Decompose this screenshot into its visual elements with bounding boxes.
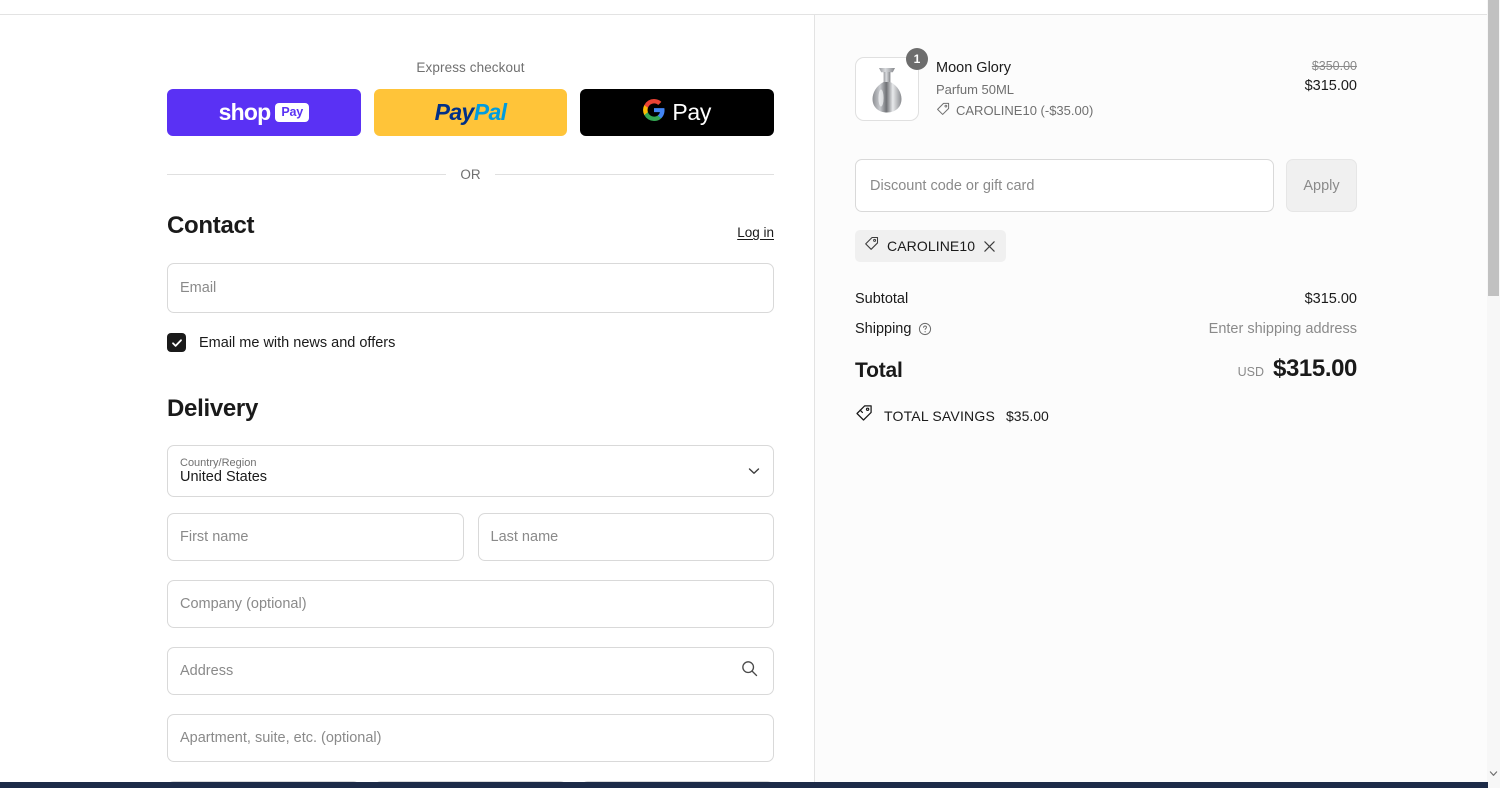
product-title: Moon Glory: [936, 60, 1011, 76]
google-g-icon: [643, 99, 665, 126]
line-item-discount-text: CAROLINE10 (-$35.00): [956, 102, 1094, 118]
total-label: Total: [855, 359, 903, 382]
original-price: $350.00: [1311, 59, 1357, 73]
contact-section-header: Contact Log in: [167, 212, 774, 240]
contact-heading: Contact: [167, 212, 255, 239]
delivery-heading: Delivery: [167, 395, 258, 422]
line-item-details: Moon Glory Parfum 50ML CAROLINE10 (-$35.…: [936, 57, 1305, 119]
paypal-word-b: Pal: [473, 99, 507, 125]
order-line-item: 1 Moon Glory Parfum 50ML CAROLINE10 (-$3…: [855, 48, 1357, 121]
checkout-page: Express checkout shop Pay PayPal Pay OR …: [0, 0, 1500, 788]
help-circle-icon[interactable]: [918, 322, 932, 336]
newsletter-checkbox[interactable]: [167, 333, 186, 352]
applied-discount-code: CAROLINE10: [887, 238, 976, 254]
order-summary-column: 1 Moon Glory Parfum 50ML CAROLINE10 (-$3…: [814, 15, 1488, 783]
product-variant: Parfum 50ML: [936, 81, 1015, 97]
subtotal-label: Subtotal: [855, 291, 909, 307]
page-scrollbar-thumb[interactable]: [1488, 0, 1499, 296]
check-icon: [171, 338, 182, 347]
shop-pay-button[interactable]: shop Pay: [167, 89, 361, 136]
checkout-form-column: Express checkout shop Pay PayPal Pay OR …: [0, 15, 814, 788]
google-pay-wordmark: Pay: [672, 99, 712, 125]
email-field[interactable]: Email: [167, 263, 774, 313]
line-item-prices: $350.00 $315.00: [1305, 57, 1357, 94]
total-amount-group: USD $315.00: [1237, 355, 1358, 383]
quantity-badge: 1: [906, 48, 928, 70]
address-placeholder: Address: [180, 663, 234, 679]
country-region-select[interactable]: Country/Region United States: [167, 445, 774, 497]
email-placeholder: Email: [180, 280, 217, 296]
total-value: $315.00: [1273, 355, 1357, 382]
log-in-link[interactable]: Log in: [737, 225, 774, 240]
shop-pay-badge: Pay: [275, 103, 310, 122]
applied-discount-chip: CAROLINE10: [855, 230, 1007, 262]
address-field[interactable]: Address: [167, 647, 774, 695]
last-name-placeholder: Last name: [490, 529, 559, 545]
shipping-value: Enter shipping address: [1208, 321, 1357, 337]
search-icon[interactable]: [740, 659, 759, 683]
or-label: OR: [460, 167, 481, 182]
page-scrollbar-track[interactable]: [1487, 0, 1500, 788]
checkout-columns: Express checkout shop Pay PayPal Pay OR …: [0, 15, 1488, 788]
perfume-bottle-icon: [872, 68, 902, 113]
apply-discount-button[interactable]: Apply: [1286, 159, 1357, 212]
order-totals: Subtotal $315.00 Shipping Enter shipping…: [855, 291, 1357, 427]
express-checkout-buttons: shop Pay PayPal Pay: [167, 89, 775, 136]
total-savings-row: TOTAL SAVINGS $35.00: [855, 404, 1357, 427]
chevron-down-icon: [739, 446, 763, 496]
paypal-button[interactable]: PayPal: [373, 89, 568, 136]
tag-icon: [864, 236, 879, 256]
newsletter-label: Email me with news and offers: [199, 334, 396, 351]
express-checkout-label: Express checkout: [416, 60, 525, 75]
tag-icon: [936, 102, 950, 119]
savings-tag-icon: [855, 404, 873, 427]
line-item-discount: CAROLINE10 (-$35.00): [936, 102, 1305, 119]
product-thumbnail-wrapper: 1: [855, 48, 928, 121]
total-currency: USD: [1237, 365, 1265, 379]
discounted-price: $315.00: [1304, 78, 1357, 94]
shop-pay-wordmark: shop: [218, 99, 272, 125]
shipping-row: Shipping Enter shipping address: [855, 321, 1357, 337]
total-savings-value: $35.00: [1006, 407, 1049, 424]
discount-code-placeholder: Discount code or gift card: [870, 177, 1035, 194]
bottom-status-bar: [0, 782, 1488, 788]
discount-code-row: Discount code or gift card Apply: [855, 159, 1357, 212]
company-placeholder: Company (optional): [180, 596, 307, 612]
shipping-label: Shipping: [855, 321, 912, 337]
paypal-word-a: Pay: [434, 99, 475, 125]
newsletter-checkbox-row[interactable]: Email me with news and offers: [167, 333, 774, 352]
country-region-label: Country/Region: [180, 456, 257, 469]
or-line-right: [494, 174, 774, 175]
paypal-wordmark: PayPal: [435, 99, 507, 126]
first-name-placeholder: First name: [180, 529, 249, 545]
shipping-label-group: Shipping: [855, 321, 932, 337]
last-name-field[interactable]: Last name: [477, 513, 774, 561]
total-savings-label: TOTAL SAVINGS: [884, 407, 995, 424]
total-row: Total USD $315.00: [855, 355, 1357, 383]
country-region-value: United States: [180, 469, 268, 486]
scroll-down-arrow-icon[interactable]: [1489, 769, 1498, 778]
or-divider: OR: [167, 167, 774, 182]
company-field[interactable]: Company (optional): [167, 580, 774, 628]
google-pay-button[interactable]: Pay: [580, 89, 775, 136]
remove-discount-icon[interactable]: [983, 240, 996, 253]
discount-code-input[interactable]: Discount code or gift card: [855, 159, 1274, 212]
apartment-placeholder: Apartment, suite, etc. (optional): [180, 730, 382, 746]
or-line-left: [167, 174, 447, 175]
first-name-field[interactable]: First name: [167, 513, 464, 561]
apartment-field[interactable]: Apartment, suite, etc. (optional): [167, 714, 774, 762]
subtotal-value: $315.00: [1304, 291, 1357, 307]
subtotal-row: Subtotal $315.00: [855, 291, 1357, 307]
